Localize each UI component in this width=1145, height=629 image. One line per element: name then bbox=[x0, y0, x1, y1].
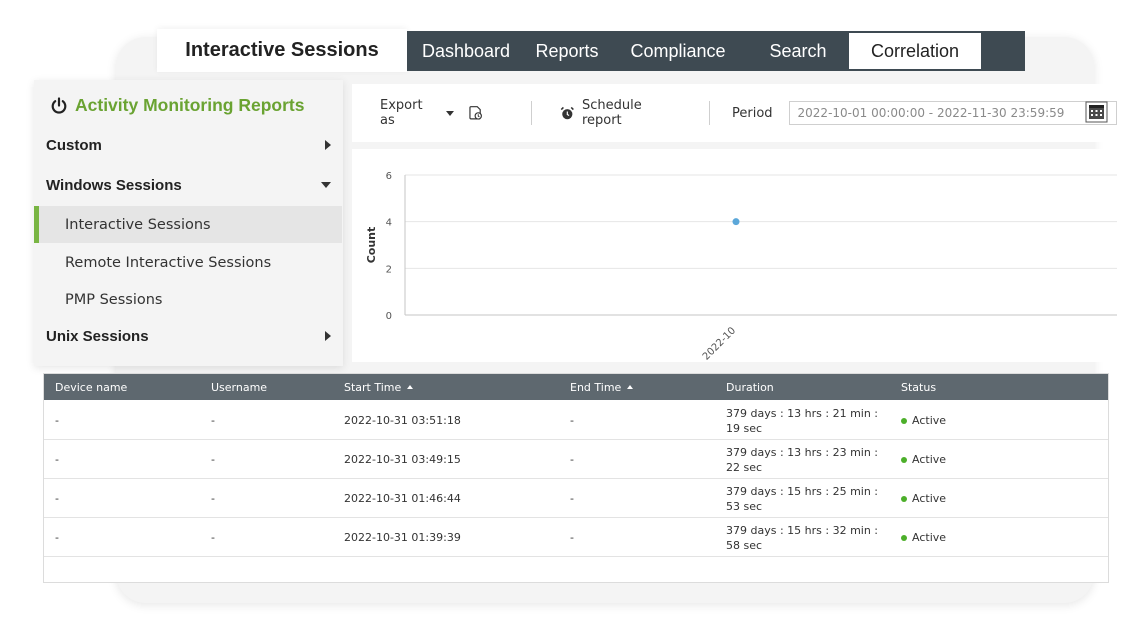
cell-end-time: - bbox=[570, 492, 574, 505]
schedule-label: Schedule report bbox=[581, 98, 642, 128]
status-dot-icon bbox=[901, 417, 907, 424]
y-tick-label: 2 bbox=[386, 264, 392, 275]
sidebar-item-label: Custom bbox=[46, 136, 102, 154]
col-start-time[interactable]: Start Time bbox=[344, 380, 414, 394]
column-header-label: Device name bbox=[55, 380, 128, 394]
export-dropdown[interactable]: Export as bbox=[380, 98, 454, 128]
cell-end-time: - bbox=[570, 414, 574, 427]
cell-username: - bbox=[211, 453, 215, 466]
cell-duration: 379 days : 15 hrs : 32 min : 58 sec bbox=[726, 523, 879, 552]
sidebar-subitem-remote-interactive-sessions[interactable]: Remote Interactive Sessions bbox=[34, 244, 342, 281]
report-toolbar: Export as Schedule report Period 2022-10… bbox=[352, 84, 1118, 142]
cell-username: - bbox=[211, 492, 215, 505]
nav-tabbar: Dashboard Reports Compliance Search Corr… bbox=[407, 31, 1025, 71]
chevron-down-icon bbox=[321, 182, 331, 188]
sessions-chart: 0 2 4 6 Count 2022-10 bbox=[365, 171, 1117, 363]
cell-username: - bbox=[211, 414, 215, 427]
export-pdf-icon[interactable] bbox=[468, 105, 484, 121]
period-input[interactable]: 2022-10-01 00:00:00 - 2022-11-30 23:59:5… bbox=[788, 101, 1118, 125]
table-header: Device name Username Start Time End Time… bbox=[44, 374, 1108, 400]
sidebar-subitem-pmp-sessions[interactable]: PMP Sessions bbox=[34, 281, 342, 318]
status-dot-icon bbox=[901, 456, 907, 463]
table-row[interactable]: - - 2022-10-31 03:49:15 - 379 days : 13 … bbox=[44, 440, 1108, 479]
col-device-name: Device name bbox=[55, 381, 127, 394]
cell-device-name: - bbox=[55, 414, 59, 427]
status-dot-icon bbox=[901, 495, 907, 502]
column-header-label: End Time bbox=[570, 380, 622, 394]
sidebar-header: Activity Monitoring Reports bbox=[50, 95, 304, 116]
cell-username: - bbox=[211, 531, 215, 544]
calendar-icon[interactable] bbox=[1085, 101, 1108, 123]
col-status: Status bbox=[901, 381, 936, 394]
sort-ascending-icon[interactable] bbox=[407, 385, 414, 389]
status-label: Active bbox=[912, 414, 947, 427]
period-label: Period bbox=[731, 105, 773, 121]
y-tick-label: 6 bbox=[386, 171, 392, 182]
app-root: Interactive Sessions Dashboard Reports C… bbox=[0, 0, 1145, 629]
report-title-tab: Interactive Sessions bbox=[157, 29, 407, 72]
data-point bbox=[732, 218, 740, 226]
x-tick-label: 2022-10 bbox=[701, 325, 738, 362]
column-header-label: Start Time bbox=[344, 380, 402, 394]
status-dot-icon bbox=[901, 534, 907, 541]
table-row[interactable]: - - 2022-10-31 01:39:39 - 379 days : 15 … bbox=[44, 518, 1108, 557]
export-label: Export as bbox=[380, 98, 423, 128]
cell-start-time: 2022-10-31 03:49:15 bbox=[344, 453, 461, 466]
sidebar-title: Activity Monitoring Reports bbox=[75, 95, 305, 115]
cell-status: Active bbox=[901, 479, 946, 518]
sidebar-item-label: Unix Sessions bbox=[46, 327, 149, 345]
tab-correlation[interactable]: Correlation bbox=[849, 31, 983, 71]
sidebar-item-unix-sessions[interactable]: Unix Sessions bbox=[34, 324, 343, 348]
schedule-report-button[interactable]: Schedule report bbox=[560, 98, 683, 128]
sort-ascending-icon[interactable] bbox=[627, 385, 634, 389]
chevron-right-icon bbox=[325, 140, 331, 150]
col-end-time[interactable]: End Time bbox=[570, 380, 634, 394]
table-row[interactable]: - - 2022-10-31 01:46:44 - 379 days : 15 … bbox=[44, 479, 1108, 518]
cell-start-time: 2022-10-31 01:39:39 bbox=[344, 531, 461, 544]
chart-panel: 0 2 4 6 Count 2022-10 bbox=[352, 149, 1117, 363]
sidebar: Activity Monitoring Reports Custom Windo… bbox=[34, 80, 343, 366]
power-icon bbox=[51, 96, 67, 114]
cell-start-time: 2022-10-31 01:46:44 bbox=[344, 492, 461, 505]
y-axis-label: Count bbox=[365, 227, 378, 264]
sidebar-item-custom[interactable]: Custom bbox=[34, 133, 343, 157]
status-label: Active bbox=[912, 531, 947, 544]
cell-end-time: - bbox=[570, 453, 574, 466]
cell-status: Active bbox=[901, 401, 946, 440]
tab-compliance[interactable]: Compliance bbox=[609, 31, 747, 71]
cell-status: Active bbox=[901, 440, 946, 479]
status-label: Active bbox=[912, 453, 947, 466]
tab-search[interactable]: Search bbox=[747, 31, 849, 71]
cell-status: Active bbox=[901, 518, 946, 557]
cell-device-name: - bbox=[55, 531, 59, 544]
column-header-label: Username bbox=[211, 380, 268, 394]
column-header-label: Status bbox=[901, 380, 937, 394]
y-tick-label: 0 bbox=[386, 311, 392, 322]
caret-down-icon bbox=[445, 110, 454, 116]
sessions-table: Device name Username Start Time End Time… bbox=[43, 373, 1109, 583]
col-duration: Duration bbox=[726, 381, 774, 394]
tab-dashboard[interactable]: Dashboard bbox=[407, 31, 525, 71]
cell-duration: 379 days : 15 hrs : 25 min : 53 sec bbox=[726, 484, 879, 513]
cell-device-name: - bbox=[55, 492, 59, 505]
chevron-right-icon bbox=[325, 331, 331, 341]
cell-duration: 379 days : 13 hrs : 21 min : 19 sec bbox=[726, 406, 879, 435]
alarm-clock-icon bbox=[561, 106, 575, 119]
cell-end-time: - bbox=[570, 531, 574, 544]
cell-device-name: - bbox=[55, 453, 59, 466]
table-row[interactable]: - - 2022-10-31 03:51:18 - 379 days : 13 … bbox=[44, 401, 1108, 440]
y-tick-label: 4 bbox=[386, 218, 392, 229]
sidebar-subitem-interactive-sessions[interactable]: Interactive Sessions bbox=[34, 206, 342, 243]
tab-reports[interactable]: Reports bbox=[525, 31, 609, 71]
cell-duration: 379 days : 13 hrs : 23 min : 22 sec bbox=[726, 445, 879, 474]
column-header-label: Duration bbox=[726, 380, 774, 394]
col-username: Username bbox=[211, 381, 267, 394]
toolbar-divider bbox=[531, 101, 533, 125]
cell-start-time: 2022-10-31 03:51:18 bbox=[344, 414, 461, 427]
status-label: Active bbox=[912, 492, 947, 505]
toolbar-divider bbox=[709, 101, 710, 125]
sidebar-item-windows-sessions[interactable]: Windows Sessions bbox=[34, 173, 343, 197]
sidebar-item-label: Windows Sessions bbox=[46, 176, 182, 194]
